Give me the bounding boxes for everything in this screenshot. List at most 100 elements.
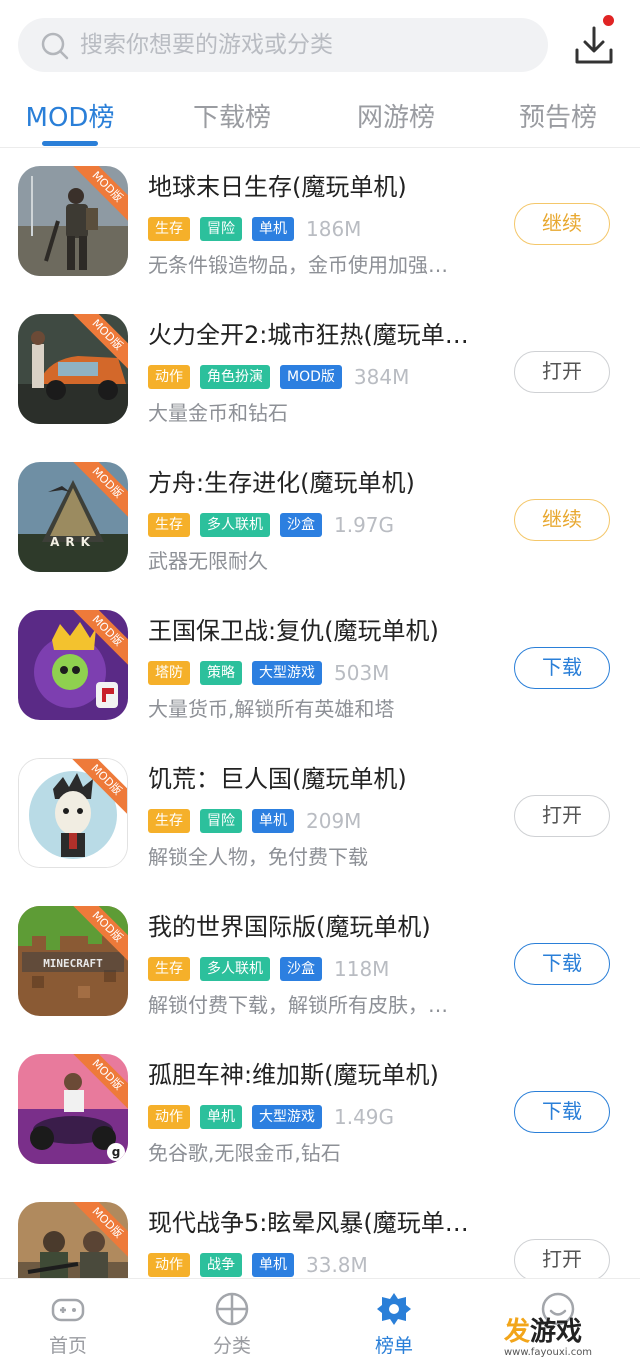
tag: 策略 [200,661,242,685]
tag: 生存 [148,217,190,241]
search-placeholder: 搜索你想要的游戏或分类 [80,32,333,58]
tab-upcoming[interactable]: 预告榜 [508,98,608,138]
tag: 单机 [252,1253,294,1277]
game-description: 大量金币和钻石 [148,401,288,425]
tab-mod[interactable]: MOD榜 [20,98,120,138]
tag: 塔防 [148,661,190,685]
tag: 动作 [148,1253,190,1277]
tag: 角色扮演 [200,365,270,389]
game-thumbnail[interactable]: MOD版 [18,1202,128,1278]
open-button[interactable]: 打开 [514,795,610,837]
minecraft-logo-text: MINECRAFT [43,957,103,970]
game-title[interactable]: 现代战争5:眩晕风暴(魔玩单… [148,1206,488,1240]
tag: 单机 [252,809,294,833]
tag: 战争 [200,1253,242,1277]
game-tags: 塔防 策略 大型游戏 503M [148,660,389,686]
game-thumbnail[interactable]: MOD版 [18,758,128,868]
top-bar: 搜索你想要的游戏或分类 [0,0,640,90]
watermark-part1: 发 [504,1317,531,1347]
nav-ranking[interactable]: 榜单 [344,1279,444,1367]
download-button[interactable]: 下载 [514,943,610,985]
game-title[interactable]: 方舟:生存进化(魔玩单机) [148,466,488,500]
tab-online[interactable]: 网游榜 [346,98,446,138]
nav-label: 榜单 [374,1335,413,1357]
game-title[interactable]: 火力全开2:城市狂热(魔玩单… [148,318,488,352]
game-tags: 动作 战争 单机 33.8M [148,1252,368,1278]
tag: 多人联机 [200,957,270,981]
list-item[interactable]: MOD版 火力全开2:城市狂热(魔玩单… 动作 角色扮演 MOD版 384M 大… [0,298,640,446]
active-tab-indicator [42,141,98,146]
game-thumbnail[interactable]: MOD版 [18,314,128,424]
game-thumbnail[interactable]: g MOD版 [18,1054,128,1164]
game-title[interactable]: 饥荒：巨人国(魔玩单机) [148,762,488,796]
tag: 单机 [200,1105,242,1129]
tag: 沙盒 [280,513,322,537]
site-watermark: 发游戏 www.fayouxi.com [500,1316,630,1364]
continue-button[interactable]: 继续 [514,203,610,245]
tag: 冒险 [200,217,242,241]
game-tags: 生存 多人联机 沙盒 1.97G [148,512,394,538]
list-item[interactable]: MOD版 饥荒：巨人国(魔玩单机) 生存 冒险 单机 209M 解锁全人物，免付… [0,742,640,890]
game-description: 解锁全人物，免付费下载 [148,845,368,869]
download-icon[interactable] [572,24,616,68]
continue-button[interactable]: 继续 [514,499,610,541]
game-size: 33.8M [306,1253,368,1277]
list-item[interactable]: g MOD版 孤胆车神:维加斯(魔玩单机) 动作 单机 大型游戏 1.49G 免… [0,1038,640,1186]
watermark-logo: 发游戏 [504,1316,582,1348]
game-list: MOD版 地球末日生存(魔玩单机) 生存 冒险 单机 186M 无条件锻造物品，… [0,150,640,1278]
game-thumbnail[interactable]: MOD版 [18,166,128,276]
download-button[interactable]: 下载 [514,647,610,689]
download-button[interactable]: 下载 [514,1091,610,1133]
game-tags: 生存 多人联机 沙盒 118M [148,956,389,982]
game-size: 118M [334,957,390,981]
game-thumbnail[interactable]: MOD版 [18,610,128,720]
search-icon [41,32,69,60]
tag: 冒险 [200,809,242,833]
nav-category[interactable]: 分类 [182,1279,282,1367]
list-item[interactable]: MOD版 地球末日生存(魔玩单机) 生存 冒险 单机 186M 无条件锻造物品，… [0,150,640,298]
tag: 动作 [148,365,190,389]
open-button[interactable]: 打开 [514,351,610,393]
tag: MOD版 [280,365,342,389]
game-description: 免谷歌,无限金币,钻石 [148,1141,341,1165]
tag: 沙盒 [280,957,322,981]
list-item[interactable]: MINECRAFT MOD版 我的世界国际版(魔玩单机) 生存 多人联机 沙盒 … [0,890,640,1038]
game-title[interactable]: 孤胆车神:维加斯(魔玩单机) [148,1058,488,1092]
search-bar[interactable]: 搜索你想要的游戏或分类 [18,18,548,72]
game-size: 209M [306,809,362,833]
game-tags: 生存 冒险 单机 186M [148,216,361,242]
game-tags: 动作 单机 大型游戏 1.49G [148,1104,394,1130]
game-description: 大量货币,解锁所有英雄和塔 [148,697,395,721]
game-size: 1.49G [334,1105,395,1129]
tag: 单机 [252,217,294,241]
list-item[interactable]: MOD版 现代战争5:眩晕风暴(魔玩单… 动作 战争 单机 33.8M 打开 [0,1186,640,1278]
gameloft-logo-text: g [112,1145,121,1159]
tag: 动作 [148,1105,190,1129]
ranking-tabs: MOD榜 下载榜 网游榜 预告榜 [0,92,640,148]
list-item[interactable]: MOD版 王国保卫战:复仇(魔玩单机) 塔防 策略 大型游戏 503M 大量货币… [0,594,640,742]
game-size: 1.97G [334,513,395,537]
game-description: 解锁付费下载，解锁所有皮肤，… [148,993,448,1017]
game-tags: 生存 冒险 单机 209M [148,808,361,834]
game-size: 384M [353,365,410,389]
watermark-part2: 游戏 [530,1317,583,1347]
tag: 大型游戏 [252,1105,322,1129]
list-item[interactable]: ARK MOD版 方舟:生存进化(魔玩单机) 生存 多人联机 沙盒 1.97G … [0,446,640,594]
game-size: 503M [334,661,390,685]
game-thumbnail[interactable]: MINECRAFT MOD版 [18,906,128,1016]
nav-home[interactable]: 首页 [18,1279,118,1367]
game-size: 186M [306,217,362,241]
open-button[interactable]: 打开 [514,1239,610,1278]
tab-download[interactable]: 下载榜 [182,98,282,138]
category-icon [215,1292,249,1326]
game-title[interactable]: 我的世界国际版(魔玩单机) [148,910,488,944]
game-title[interactable]: 王国保卫战:复仇(魔玩单机) [148,614,488,648]
nav-label: 分类 [212,1335,251,1357]
notification-dot [603,15,614,26]
watermark-url: www.fayouxi.com [504,1347,593,1358]
tag: 大型游戏 [252,661,322,685]
tag: 生存 [148,957,190,981]
game-title[interactable]: 地球末日生存(魔玩单机) [148,170,488,204]
game-description: 武器无限耐久 [148,549,268,573]
game-thumbnail[interactable]: ARK MOD版 [18,462,128,572]
